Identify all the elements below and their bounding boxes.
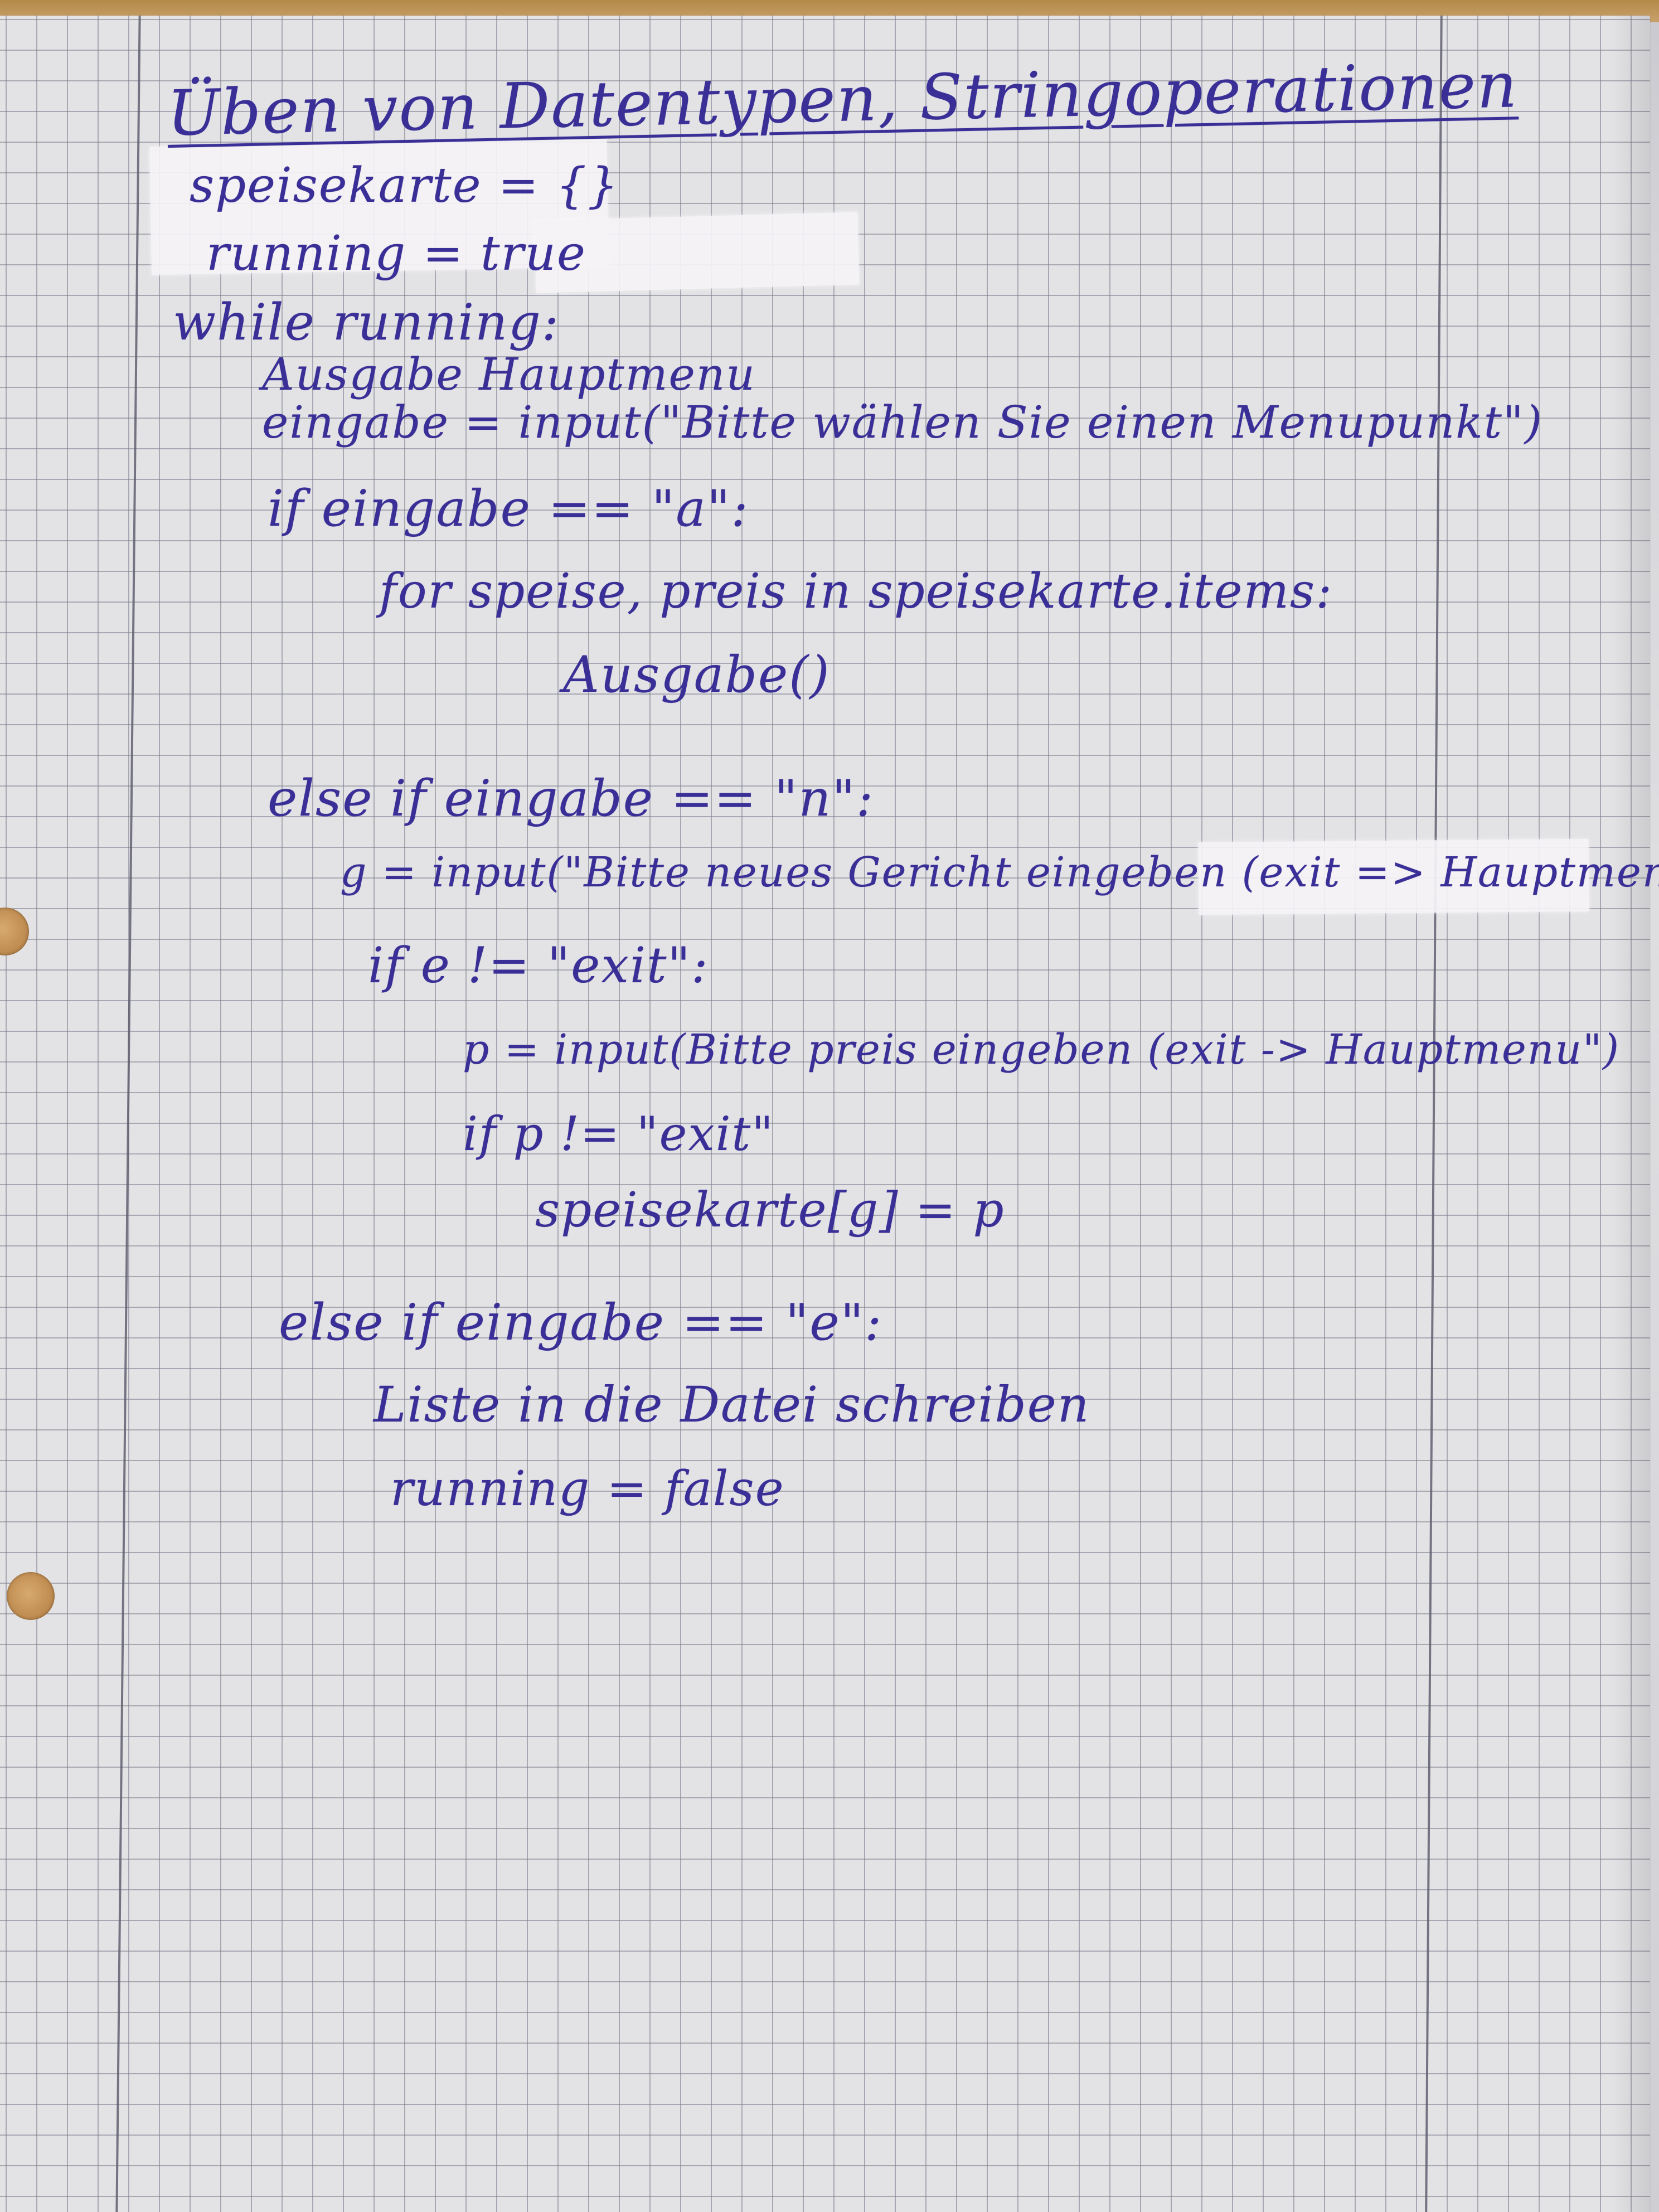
code-line: running = false (390, 1461, 785, 1517)
code-line: while running: (173, 293, 560, 352)
code-line: Liste in die Datei schreiben (373, 1376, 1090, 1433)
code-line: else if eingabe == "e": (279, 1293, 883, 1352)
code-line: eingabe = input("Bitte wählen Sie einen … (262, 396, 1543, 448)
left-margin-line (115, 16, 141, 2212)
code-line: running = true (206, 226, 586, 282)
page-title: Üben von Datentypen, Stringoperationen (166, 49, 1519, 150)
code-line: if p != "exit" (463, 1107, 774, 1161)
code-line: for speise, preis in speisekarte.items: (379, 564, 1333, 619)
paper-shadow (1611, 16, 1650, 2212)
code-line: g = input("Bitte neues Gericht eingeben … (340, 848, 1659, 896)
code-line: speisekarte[g] = p (535, 1182, 1005, 1238)
grid-paper-sheet: Üben von Datentypen, Stringoperationen s… (0, 16, 1659, 2212)
code-line: p = input(Bitte preis eingeben (exit -> … (463, 1026, 1621, 1074)
code-line: if e != "exit": (368, 937, 709, 994)
right-margin-line (1425, 16, 1443, 2212)
code-line: if eingabe == "a": (268, 479, 749, 538)
code-line: Ausgabe Hauptmenu (262, 348, 756, 400)
code-line: else if eingabe == "n": (268, 769, 875, 828)
code-line: speisekarte = {} (190, 158, 619, 214)
code-line: Ausgabe() (563, 646, 831, 704)
punch-hole (7, 1572, 55, 1620)
photo-background: Üben von Datentypen, Stringoperationen s… (0, 0, 1659, 2212)
